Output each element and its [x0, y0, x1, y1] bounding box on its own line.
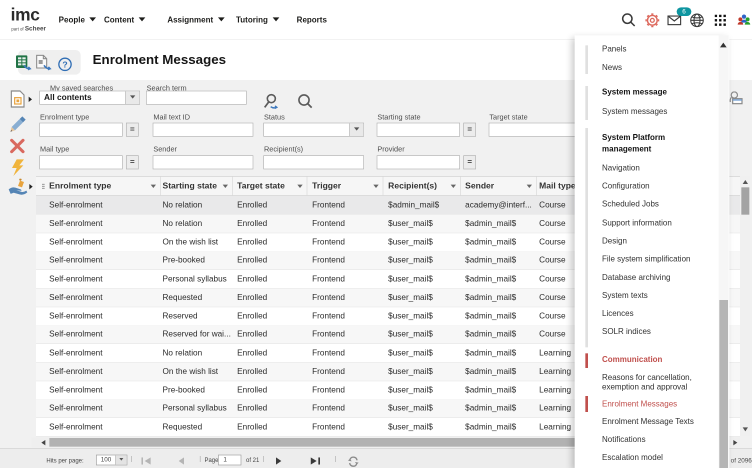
svg-text:?: ?	[62, 59, 67, 69]
